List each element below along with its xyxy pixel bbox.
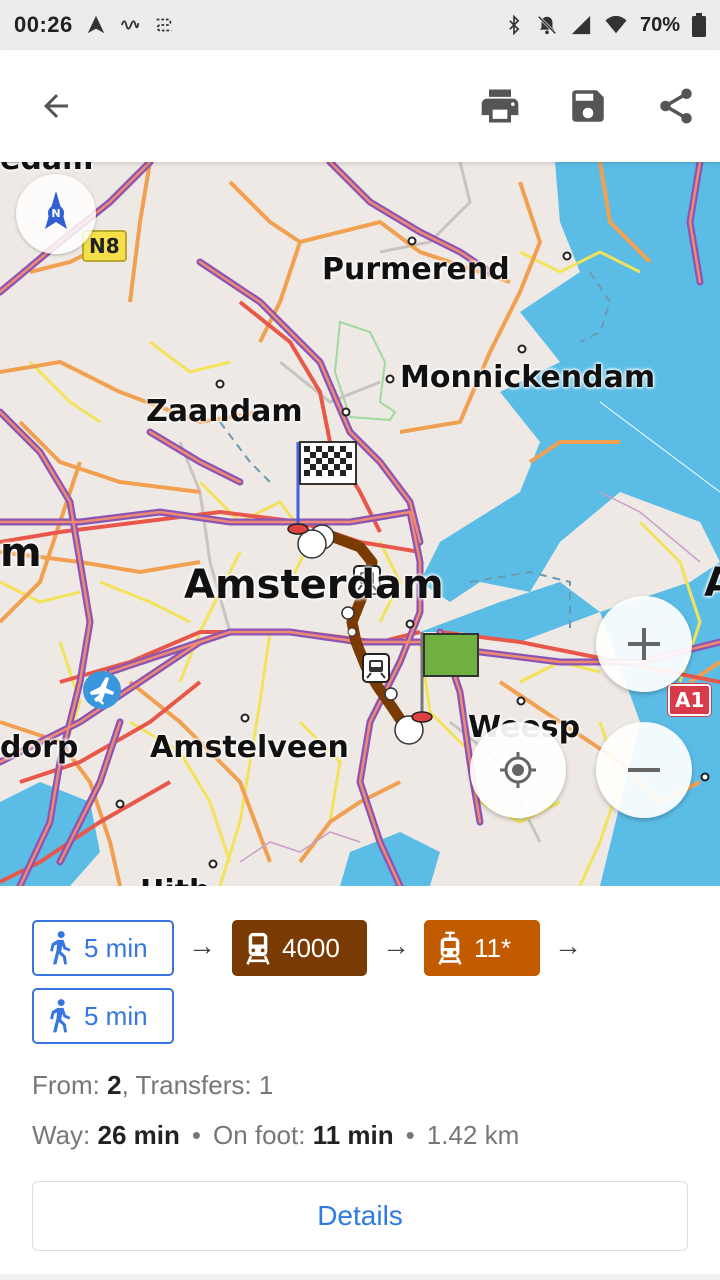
segment-walk-chip[interactable]: 5 min [32, 920, 174, 976]
train-stop-marker-2 [362, 653, 390, 683]
road-shield-a1: A1 [668, 684, 712, 716]
cell-signal-icon [571, 15, 591, 35]
route-map[interactable]: Purmerend Monnickendam Zaandam Amsterdam… [0, 162, 720, 886]
map-label-zaandam: Zaandam [146, 394, 303, 429]
compass-button[interactable]: N [16, 174, 96, 254]
airport-icon [83, 671, 121, 709]
walk-icon [46, 930, 74, 966]
compass-icon: N [45, 191, 67, 229]
panel-bottom-divider [0, 1274, 720, 1280]
on-foot-duration: 11 min [312, 1120, 394, 1150]
segment-train-label: 4000 [282, 932, 340, 963]
minus-icon [628, 768, 660, 772]
plus-icon [628, 628, 660, 660]
from-transfers-line: From: 2, Transfers: 1 [32, 1070, 274, 1100]
map-label-bottom-cut: Uith [140, 874, 210, 886]
map-label-a: A [704, 560, 720, 606]
screen: 00:26 70% Purmerend Monnickendam Zaandam… [0, 0, 720, 1280]
walk-icon [46, 998, 74, 1034]
map-label-amstelveen: Amstelveen [150, 730, 349, 765]
map-label-dorp: dorp [0, 730, 79, 765]
train-icon [244, 930, 272, 966]
save-icon [572, 90, 604, 122]
zoom-out-button[interactable] [596, 722, 692, 818]
audio-wave-icon [120, 20, 139, 30]
from-count: 2 [107, 1070, 122, 1100]
walking-distance: 1.42 km [426, 1120, 520, 1150]
notifications-off-icon [537, 15, 557, 35]
segment-arrow: → [188, 930, 216, 961]
transfers-text: , Transfers: 1 [121, 1070, 274, 1100]
map-label-m: m [0, 530, 42, 576]
way-duration: 26 min [97, 1120, 180, 1150]
route-summary-panel: 5 min → 4000 → 11* → 5 min From: 2, Tran… [0, 886, 720, 1280]
back-button[interactable] [26, 76, 86, 136]
route-icon [156, 18, 172, 32]
start-flag-icon [411, 632, 479, 723]
share-button[interactable] [646, 76, 706, 136]
my-location-button[interactable] [470, 722, 566, 818]
park-outline [333, 320, 397, 422]
duration-line: Way: 26 min • On foot: 11 min • 1.42 km [32, 1120, 520, 1150]
save-button[interactable] [558, 76, 618, 136]
battery-icon [692, 13, 706, 37]
share-icon [660, 88, 692, 124]
top-toolbar [0, 50, 720, 162]
zoom-in-button[interactable] [596, 596, 692, 692]
battery-percent: 70% [639, 13, 680, 36]
segment-tram-chip[interactable]: 11* [424, 920, 540, 976]
status-bar: 00:26 70% [0, 0, 720, 50]
map-label-amsterdam: Amsterdam [184, 562, 444, 608]
wifi-icon [605, 15, 627, 34]
details-button[interactable]: Details [32, 1181, 688, 1251]
segment-walk-label-2: 5 min [84, 1000, 148, 1031]
print-icon [481, 89, 519, 123]
print-button[interactable] [470, 76, 530, 136]
my-location-icon [500, 752, 536, 788]
tram-icon [436, 930, 464, 966]
navigation-icon [87, 15, 105, 34]
map-label-purmerend: Purmerend [322, 252, 510, 287]
bluetooth-icon [509, 14, 520, 36]
segment-walk-label: 5 min [84, 932, 148, 963]
svg-text:N: N [51, 207, 60, 220]
map-label-monnickendam: Monnickendam [400, 360, 656, 395]
status-time: 00:26 [14, 12, 73, 37]
segment-arrow: → [382, 930, 410, 961]
segment-walk-chip-2[interactable]: 5 min [32, 988, 174, 1044]
segment-arrow: → [554, 930, 582, 961]
segment-tram-label: 11* [474, 932, 512, 963]
segment-train-chip[interactable]: 4000 [232, 920, 367, 976]
back-arrow-icon [44, 94, 68, 118]
